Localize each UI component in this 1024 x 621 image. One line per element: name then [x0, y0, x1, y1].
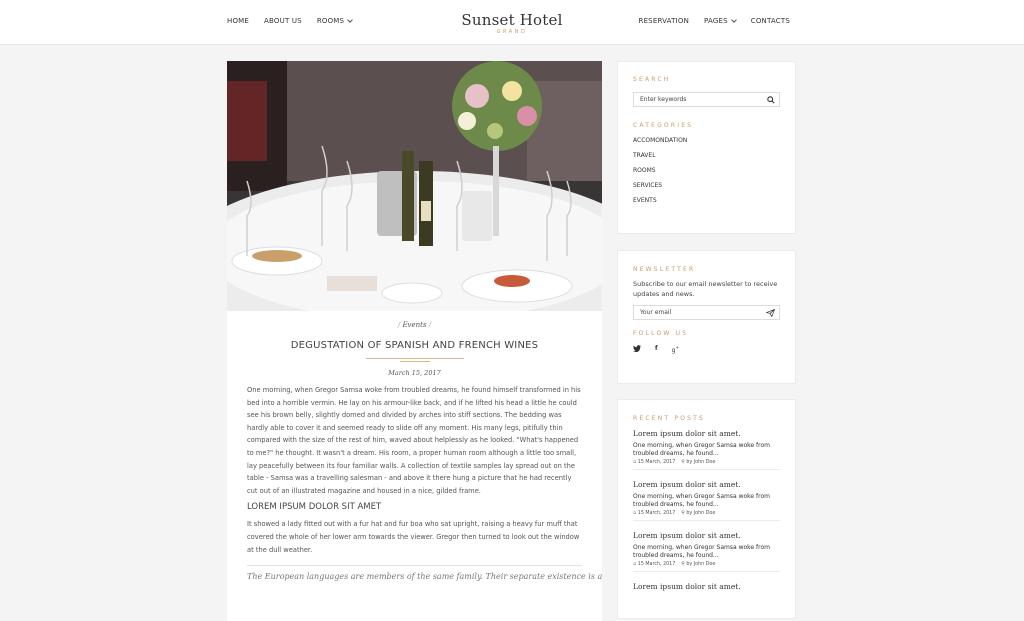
recent-post-excerpt: One morning, when Gregor Samsa woke from… [633, 493, 770, 508]
recent-post-meta: ▫ 15 March, 2017 ⚲ by John Doe [633, 511, 716, 516]
recent-post-excerpt: One morning, when Gregor Samsa woke from… [633, 442, 770, 457]
recent-post-excerpt: One morning, when Gregor Samsa woke from… [633, 544, 770, 559]
brand-name: Sunset Hotel [461, 11, 563, 29]
main-nav-right: RESERVATION PAGES CONTACTS [639, 17, 791, 25]
article-paragraph: It showed a lady fitted out with a fur h… [247, 520, 580, 554]
search-icon[interactable] [767, 96, 775, 106]
article-subheading: LOREM IPSUM DOLOR SIT AMET [247, 502, 382, 513]
brand-sub: GRAND [496, 29, 528, 35]
site-logo[interactable]: Sunset Hotel GRAND [0, 11, 1024, 35]
dining-table-photo [227, 61, 602, 311]
category-link[interactable]: EVENTS [633, 195, 795, 210]
sidebar-recent-posts-widget: RECENT POSTS Lorem ipsum dolor sit amet.… [617, 399, 796, 619]
article-hero-image[interactable] [227, 61, 602, 311]
article-category[interactable]: / Events / [227, 321, 602, 329]
nav-reservation[interactable]: RESERVATION [639, 17, 690, 25]
recent-post-title[interactable]: Lorem ipsum dolor sit amet. [633, 429, 780, 438]
facebook-icon[interactable]: f [655, 345, 658, 354]
recent-post-title[interactable]: Lorem ipsum dolor sit amet. [633, 582, 780, 591]
recent-post-meta: ▫ 15 March, 2017 ⚲ by John Doe [633, 562, 716, 567]
follow-heading: FOLLOW US [633, 330, 689, 337]
categories-heading: CATEGORIES [633, 122, 694, 129]
article-quote: The European languages are members of th… [247, 572, 602, 582]
category-link[interactable]: ROOMS [633, 165, 795, 180]
recent-post[interactable]: Lorem ipsum dolor sit amet. [633, 582, 780, 595]
recent-posts-heading: RECENT POSTS [633, 415, 706, 422]
google-plus-icon[interactable]: g+ [672, 345, 679, 354]
sidebar-search-widget: SEARCH Enter keywords CATEGORIES ACCOMON… [617, 61, 796, 234]
newsletter-heading: NEWSLETTER [633, 266, 696, 273]
chevron-down-icon [730, 17, 737, 23]
recent-post[interactable]: Lorem ipsum dolor sit amet. One morning,… [633, 429, 780, 470]
category-list: ACCOMONDATION TRAVEL ROOMS SERVICES EVEN… [618, 135, 795, 210]
article-title: DEGUSTATION OF SPANISH AND FRENCH WINES [290, 340, 539, 351]
site-header: HOME ABOUT US ROOMS Sunset Hotel GRAND R… [0, 0, 1024, 45]
nav-contacts[interactable]: CONTACTS [751, 17, 790, 25]
twitter-icon[interactable] [633, 345, 641, 354]
search-heading: SEARCH [633, 76, 671, 83]
blog-article: / Events / DEGUSTATION OF SPANISH AND FR… [227, 61, 602, 621]
recent-post-meta: ▫ 15 March, 2017 ⚲ by John Doe [633, 460, 716, 465]
title-divider [365, 357, 464, 362]
social-links: f g+ [618, 345, 795, 354]
nav-pages[interactable]: PAGES [704, 17, 737, 25]
article-paragraph: One morning, when Gregor Samsa woke from… [247, 386, 581, 495]
article-date: March 15, 2017 [388, 369, 441, 377]
newsletter-description: Subscribe to our email newsletter to rec… [633, 280, 778, 298]
recent-post-title[interactable]: Lorem ipsum dolor sit amet. [633, 480, 780, 489]
recent-post[interactable]: Lorem ipsum dolor sit amet. One morning,… [633, 531, 780, 572]
send-icon[interactable] [765, 308, 776, 319]
sidebar-newsletter-widget: NEWSLETTER Subscribe to our email newsle… [617, 250, 796, 384]
category-link[interactable]: ACCOMONDATION [633, 135, 795, 150]
recent-post[interactable]: Lorem ipsum dolor sit amet. One morning,… [633, 480, 780, 521]
search-input[interactable]: Enter keywords [633, 92, 780, 107]
category-link[interactable]: SERVICES [633, 180, 795, 195]
category-link[interactable]: TRAVEL [633, 150, 795, 165]
email-field[interactable]: Your email [633, 305, 780, 320]
recent-post-title[interactable]: Lorem ipsum dolor sit amet. [633, 531, 780, 540]
